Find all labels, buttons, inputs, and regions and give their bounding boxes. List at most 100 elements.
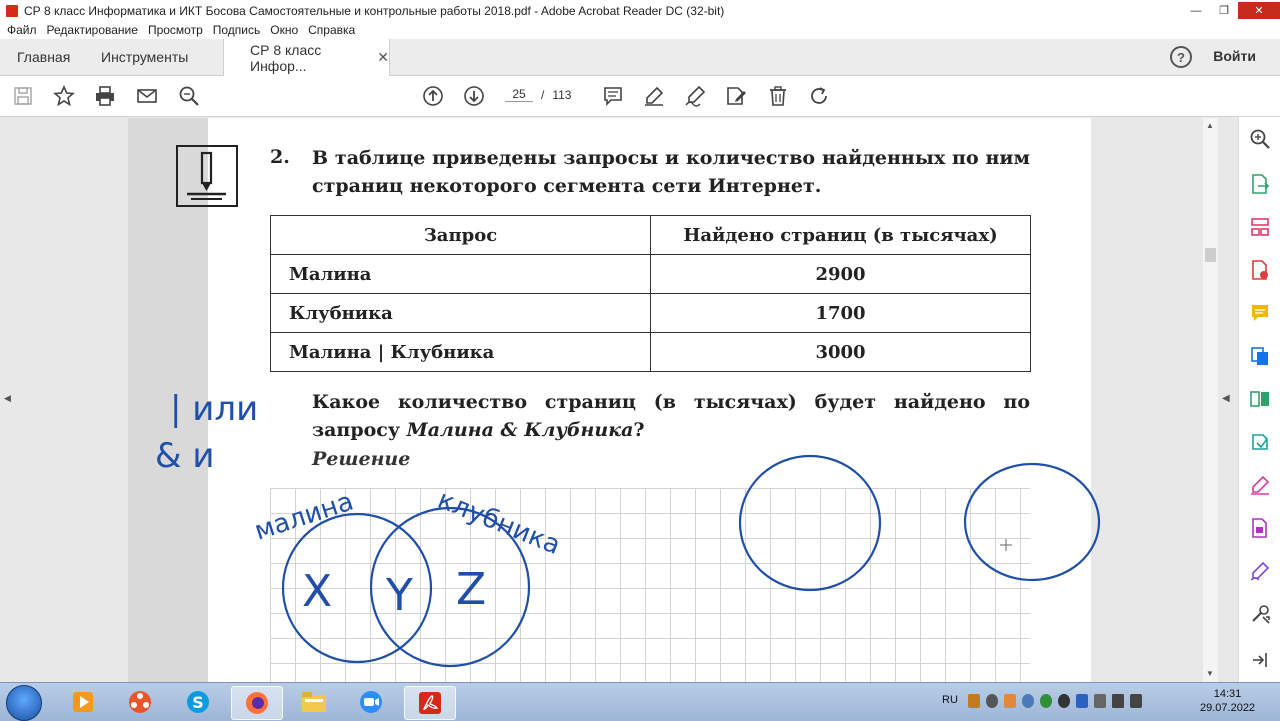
- tray-wifi-icon[interactable]: [1112, 694, 1124, 708]
- taskbar-clock[interactable]: 14:31 29.07.2022: [1200, 687, 1255, 715]
- table-header: Найдено страниц (в тысячах): [650, 215, 1031, 255]
- print-icon[interactable]: [93, 84, 117, 108]
- tray-app-icon[interactable]: [968, 694, 980, 708]
- scroll-down-icon[interactable]: ▼: [1206, 669, 1214, 678]
- page-number-input[interactable]: 25: [505, 87, 533, 102]
- menu-help[interactable]: Справка: [308, 23, 355, 37]
- bookmark-star-icon[interactable]: [52, 84, 76, 108]
- tray-sync-icon[interactable]: [1022, 694, 1034, 708]
- tab-document[interactable]: СР 8 класс Инфор... ✕: [223, 39, 390, 76]
- delete-icon[interactable]: [766, 84, 790, 108]
- query-table: Запрос Найдено страниц (в тысячах) Малин…: [270, 215, 1031, 372]
- page-indicator: 25 / 113: [505, 87, 571, 102]
- table-cell-count: 3000: [650, 332, 1031, 372]
- menu-window[interactable]: Окно: [270, 23, 298, 37]
- window-title-bar: СР 8 класс Информатика и ИКТ Босова Само…: [0, 0, 1280, 22]
- maximize-button[interactable]: ❐: [1210, 2, 1238, 19]
- solution-label: Решение: [312, 448, 411, 470]
- fill-sign-icon[interactable]: [724, 84, 748, 108]
- page-separator: /: [541, 87, 545, 102]
- previous-page-icon[interactable]: [421, 84, 445, 108]
- table-cell-count: 1700: [650, 293, 1031, 333]
- question-two-suffix: ?: [633, 419, 645, 441]
- svg-text:S: S: [192, 693, 204, 712]
- volume-icon[interactable]: [1130, 694, 1142, 708]
- comment-tool-icon[interactable]: [1248, 301, 1272, 325]
- bluetooth-icon[interactable]: [1076, 694, 1088, 708]
- page-total: 113: [552, 87, 572, 102]
- taskbar-explorer-icon[interactable]: [289, 686, 339, 718]
- tab-tools[interactable]: Инструменты: [101, 39, 188, 75]
- menu-sign[interactable]: Подпись: [213, 23, 261, 37]
- menu-edit[interactable]: Редактирование: [47, 23, 138, 37]
- menu-file[interactable]: Файл: [7, 23, 37, 37]
- system-tray: [968, 694, 1142, 708]
- acrobat-app-icon: [6, 4, 18, 17]
- taskbar-davinci-icon[interactable]: [115, 686, 165, 718]
- table-cell-count: 2900: [650, 254, 1031, 294]
- taskbar-media-player-icon[interactable]: [58, 686, 108, 718]
- send-for-review-icon[interactable]: [1248, 516, 1272, 540]
- window-title: СР 8 класс Информатика и ИКТ Босова Само…: [24, 3, 725, 18]
- table-row: Малина | Клубника 3000: [270, 332, 1031, 372]
- table-cell-query: Малина: [270, 254, 651, 294]
- solution-grid: [270, 488, 1030, 682]
- writing-task-icon: [176, 145, 238, 207]
- help-icon[interactable]: ?: [1170, 46, 1192, 68]
- close-window-button[interactable]: ✕: [1238, 2, 1280, 19]
- window-controls: — ❐ ✕: [1182, 0, 1280, 21]
- taskbar-zoom-icon[interactable]: [346, 686, 396, 718]
- search-icon[interactable]: [177, 84, 201, 108]
- more-tools-icon[interactable]: [1248, 602, 1272, 626]
- organize-pages-icon[interactable]: [1248, 215, 1272, 239]
- taskbar-firefox-icon[interactable]: [231, 686, 283, 720]
- tray-usb-icon[interactable]: [1094, 694, 1106, 708]
- table-row: Клубника 1700: [270, 293, 1031, 333]
- comment-icon[interactable]: [601, 84, 625, 108]
- compare-files-icon[interactable]: [1248, 387, 1272, 411]
- highlight-pen-icon[interactable]: [642, 84, 666, 108]
- create-pdf-icon[interactable]: [1248, 258, 1272, 282]
- collapse-pane-icon[interactable]: [1248, 648, 1272, 672]
- menu-view[interactable]: Просмотр: [148, 23, 203, 37]
- save-icon[interactable]: [11, 84, 35, 108]
- main-toolbar: 25 / 113: [0, 76, 1280, 117]
- draw-sign-icon[interactable]: [683, 84, 707, 108]
- left-panel-toggle-icon[interactable]: ◀: [4, 393, 11, 404]
- tray-record-icon[interactable]: [1058, 694, 1070, 708]
- tray-network-icon[interactable]: [986, 694, 998, 708]
- vertical-scrollbar[interactable]: ▲ ▼: [1203, 118, 1218, 682]
- table-header: Запрос: [270, 215, 651, 255]
- question-text: В таблице приведены запросы и количество…: [312, 147, 1030, 197]
- sign-in-button[interactable]: Войти: [1213, 48, 1256, 64]
- tab-bar: Главная Инструменты СР 8 класс Инфор... …: [0, 39, 1280, 76]
- scroll-thumb[interactable]: [1205, 248, 1216, 262]
- input-language-indicator[interactable]: RU: [942, 694, 958, 706]
- zoom-search-icon[interactable]: [1248, 127, 1272, 151]
- tray-warning-icon[interactable]: [1004, 694, 1016, 708]
- rotate-icon[interactable]: [807, 84, 831, 108]
- right-panel-toggle-icon[interactable]: ◀: [1222, 393, 1230, 404]
- tab-home[interactable]: Главная: [17, 39, 70, 75]
- scroll-up-icon[interactable]: ▲: [1206, 121, 1214, 130]
- question-two-query: Малина & Клубника: [406, 419, 634, 441]
- table-header-row: Запрос Найдено страниц (в тысячах): [270, 215, 1031, 255]
- minimize-button[interactable]: —: [1182, 2, 1210, 19]
- clock-date: 29.07.2022: [1200, 702, 1256, 714]
- export-pdf-icon[interactable]: [1248, 172, 1272, 196]
- table-cell-query: Малина | Клубника: [270, 332, 651, 372]
- question-number: 2.: [270, 146, 290, 168]
- tab-close-icon[interactable]: ✕: [377, 49, 389, 66]
- start-button[interactable]: [6, 685, 42, 721]
- fill-and-sign-icon[interactable]: [1248, 473, 1272, 497]
- next-page-icon[interactable]: [462, 84, 486, 108]
- email-icon[interactable]: [135, 84, 159, 108]
- question-two-text: Какое количество страниц (в тысячах) буд…: [312, 388, 1030, 444]
- taskbar-skype-icon[interactable]: S: [173, 686, 223, 718]
- windows-taskbar: S RU 14:31 29.07.2022: [0, 682, 1280, 721]
- request-signature-icon[interactable]: [1248, 559, 1272, 583]
- tray-check-icon[interactable]: [1040, 694, 1052, 708]
- taskbar-acrobat-icon[interactable]: [404, 686, 456, 720]
- edit-pdf-icon[interactable]: [1248, 430, 1272, 454]
- combine-files-icon[interactable]: [1248, 344, 1272, 368]
